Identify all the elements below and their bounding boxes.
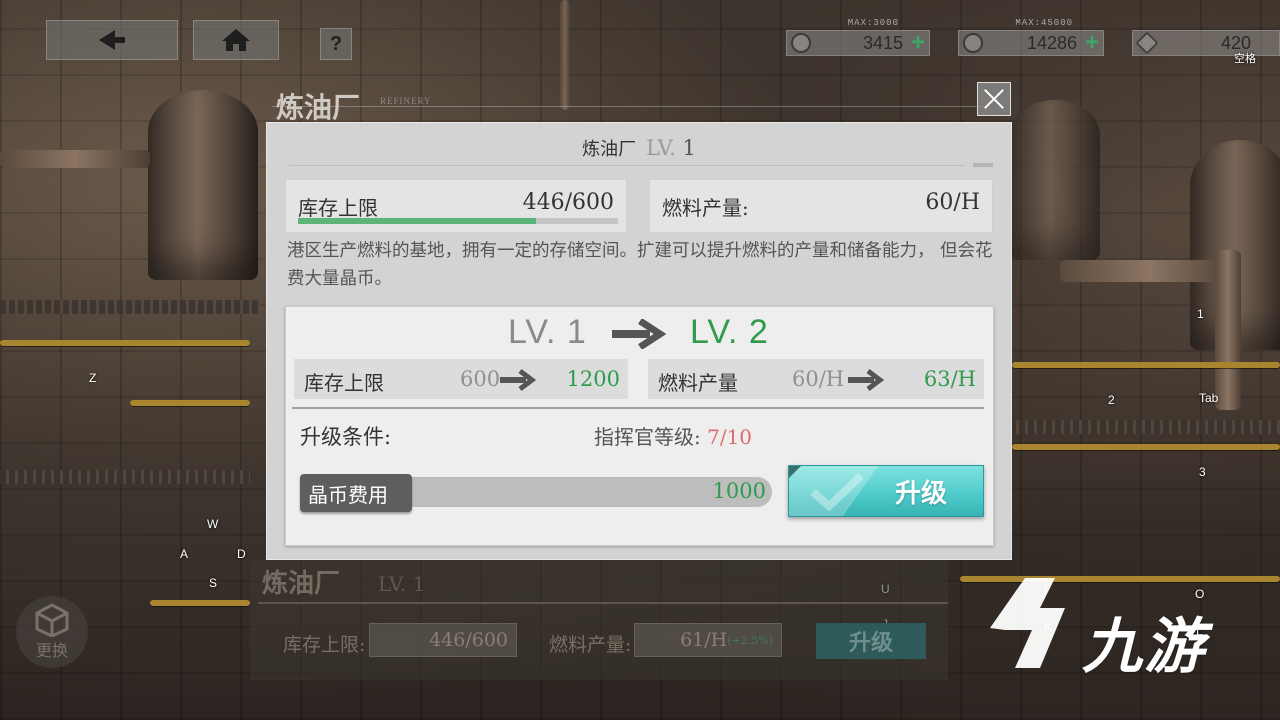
divider — [258, 602, 948, 604]
add-oil-button[interactable]: + — [907, 31, 929, 55]
output-compare: 燃料产量 60/H 63/H — [648, 359, 984, 399]
oil-value: 3415 — [862, 32, 903, 53]
output-new-value: 63/H — [923, 367, 976, 391]
divider — [272, 106, 984, 107]
upgrade-button-background[interactable]: 升级 — [816, 623, 926, 659]
back-arrow-icon — [99, 30, 125, 50]
gem-resource-counter: 420 — [1132, 30, 1280, 56]
arrow-right-icon — [612, 319, 666, 349]
output-label: 燃料产量: — [662, 196, 749, 220]
building-level-background: LV. 1 — [378, 572, 426, 596]
cost-value: 1000 — [712, 479, 766, 503]
output-old-value: 60/H — [792, 367, 845, 391]
upgrade-panel: LV. 1 LV. 2 库存上限 600 1200 燃料产量 60/H 63/H — [285, 306, 994, 546]
keyhint-3: 3 — [1199, 465, 1206, 479]
swap-building-button[interactable]: 更换 — [16, 596, 88, 668]
building-info-panel-background — [250, 560, 948, 680]
arrow-right-icon — [500, 369, 536, 391]
button-corner — [789, 466, 801, 478]
divider — [289, 165, 965, 166]
oil-max-label: MAX:3000 — [847, 18, 899, 28]
commander-level-value: 7/10 — [707, 425, 753, 449]
building-title-background: 炼油厂 — [262, 569, 341, 599]
upgrade-button-label: 升级 — [894, 478, 947, 509]
checkmark-icon — [810, 473, 864, 512]
oil-resource-counter: MAX:3000 3415 + — [786, 18, 930, 56]
coin-icon — [963, 33, 983, 53]
railing — [1012, 444, 1280, 450]
keyhint-space: 空格 — [1234, 52, 1256, 65]
catwalk — [0, 470, 250, 484]
output-value-background: 61/H (+2.5%) — [634, 623, 782, 657]
building-description: 港区生产燃料的基地，拥有一定的存储空间。扩建可以提升燃料的产量和储备能力， 但会… — [287, 241, 993, 289]
upgrade-condition-label: 升级条件: — [300, 425, 392, 449]
fuel-tank-left — [148, 90, 258, 280]
coin-value: 14286 — [1026, 32, 1077, 53]
close-button[interactable] — [977, 82, 1011, 116]
storage-new-value: 1200 — [566, 367, 620, 391]
railing — [1012, 362, 1280, 368]
fuel-tank-center — [1010, 100, 1100, 260]
catwalk — [1010, 420, 1280, 434]
storage-old-value: 600 — [460, 367, 501, 391]
dialog-header-subtitle: REFINERY — [380, 96, 432, 106]
arrow-right-icon — [848, 369, 884, 391]
home-button[interactable] — [193, 20, 279, 60]
pipe — [0, 150, 150, 168]
keyhint-z: Z — [89, 371, 97, 385]
watermark-text: 九游 — [1082, 612, 1206, 682]
commander-level-requirement: 指挥官等级: 7/10 — [594, 425, 753, 449]
oil-icon — [791, 33, 811, 53]
keyhint-w: W — [207, 517, 219, 531]
railing — [130, 400, 250, 406]
coin-max-label: MAX:45000 — [1015, 18, 1073, 28]
storage-card: 库存上限 446/600 — [285, 179, 627, 233]
swap-label: 更换 — [35, 641, 68, 660]
dialog-level: LV. 1 — [646, 136, 696, 160]
pipe — [1215, 250, 1241, 410]
cube-icon — [35, 603, 69, 637]
storage-value: 446/600 — [522, 190, 614, 215]
add-coin-button[interactable]: + — [1081, 31, 1103, 55]
keyhint-2: 2 — [1108, 393, 1115, 407]
storage-compare: 库存上限 600 1200 — [294, 359, 628, 399]
gem-icon — [1135, 31, 1159, 55]
output-value: 60/H — [925, 190, 980, 215]
output-card: 燃料产量: 60/H — [649, 179, 993, 233]
catwalk — [0, 300, 260, 314]
storage-progress-bar — [298, 218, 618, 224]
divider-end — [973, 163, 993, 167]
storage-compare-label: 库存上限 — [304, 371, 384, 395]
keyhint-1: 1 — [1197, 307, 1204, 321]
dialog-title: 炼油厂 — [582, 139, 637, 160]
pipe — [1060, 260, 1240, 282]
upgrade-button[interactable]: 升级 — [788, 465, 984, 517]
keyhint-tab: Tab — [1199, 391, 1219, 405]
output-compare-label: 燃料产量 — [658, 371, 738, 395]
pipe — [560, 0, 570, 110]
coin-resource-counter: MAX:45000 14286 + — [958, 18, 1104, 56]
storage-progress-fill — [298, 218, 536, 224]
back-button[interactable] — [46, 20, 178, 60]
refinery-dialog: 炼油厂 LV. 1 库存上限 446/600 燃料产量: 60/H 港区生产燃料… — [266, 122, 1012, 560]
help-button[interactable]: ? — [320, 28, 352, 60]
current-level: LV. 1 — [508, 313, 587, 351]
cost-label: 晶币费用 — [300, 474, 412, 512]
dialog-title-row: 炼油厂 LV. 1 — [267, 135, 1011, 161]
home-icon — [222, 29, 250, 51]
keyhint-s: S — [209, 576, 218, 590]
level-transition: LV. 1 LV. 2 — [286, 313, 993, 353]
keyhint-d: D — [237, 547, 246, 561]
railing — [0, 340, 250, 346]
storage-value-background: 446/600 — [369, 623, 517, 657]
next-level: LV. 2 — [690, 313, 769, 351]
output-label-background: 燃料产量: — [549, 634, 632, 656]
divider — [292, 407, 984, 409]
railing — [150, 600, 250, 606]
storage-label-background: 库存上限: — [283, 634, 366, 656]
storage-label: 库存上限 — [298, 196, 378, 220]
keyhint-a: A — [180, 547, 189, 561]
gem-value: 420 — [1220, 32, 1251, 53]
